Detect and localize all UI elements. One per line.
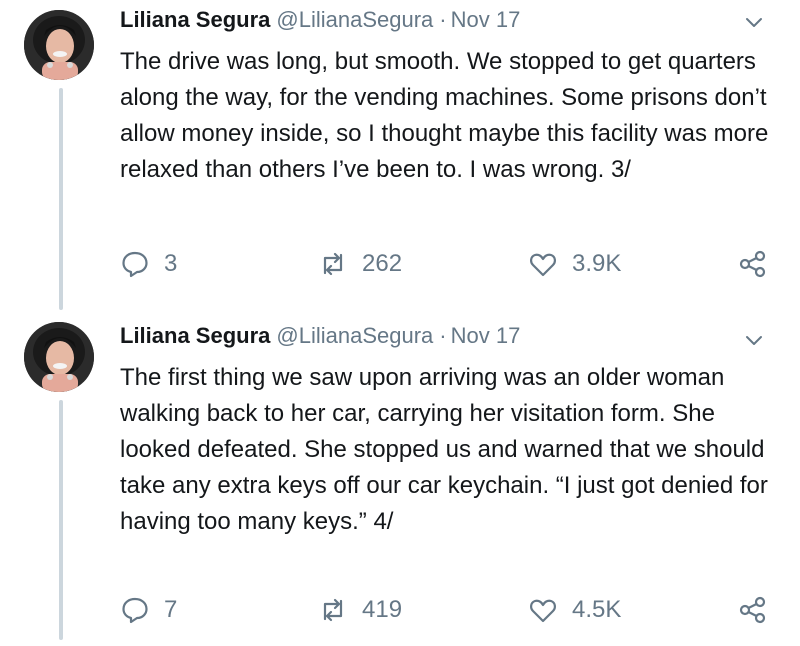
separator-dot: · [439, 7, 447, 32]
user-handle[interactable]: @LilianaSegura [276, 323, 433, 348]
heart-icon [530, 253, 556, 277]
reply-button[interactable]: 3 [120, 248, 177, 280]
reply-icon [122, 251, 148, 278]
share-icon[interactable] [738, 249, 768, 279]
chevron-down-icon[interactable] [742, 10, 766, 34]
like-button[interactable]: 3.9K [528, 248, 621, 280]
reply-button[interactable]: 7 [120, 594, 177, 626]
heart-icon [530, 599, 556, 623]
tweet[interactable]: Liliana Segura @LilianaSegura · Nov 17 The … [0, 312, 800, 646]
tweet-date[interactable]: Nov 17 [451, 7, 521, 32]
tweet[interactable]: Liliana Segura @LilianaSegura · Nov 17 The … [0, 0, 800, 310]
tweet-text: The first thing we saw upon arriving was… [120, 364, 768, 535]
chevron-down-icon[interactable] [742, 328, 766, 352]
tweet-header: Liliana Segura @LilianaSegura · Nov 17 [120, 6, 520, 34]
retweet-button[interactable]: 262 [318, 248, 402, 280]
tweet-text: The drive was long, but smooth. We stopp… [120, 48, 769, 183]
avatar[interactable] [24, 322, 94, 392]
display-name[interactable]: Liliana Segura [120, 323, 270, 348]
retweet-icon [323, 252, 343, 276]
avatar[interactable] [24, 10, 94, 80]
avatar-image [24, 322, 94, 392]
reply-count: 3 [164, 250, 178, 277]
retweet-icon [323, 598, 343, 622]
like-count: 3.9K [572, 250, 622, 277]
separator-dot: · [439, 323, 447, 348]
reply-icon [122, 597, 148, 624]
share-icon[interactable] [738, 595, 768, 625]
avatar-image [24, 10, 94, 80]
reply-count: 7 [164, 596, 178, 623]
retweet-count: 262 [362, 250, 403, 277]
tweet-header: Liliana Segura @LilianaSegura · Nov 17 [120, 322, 520, 350]
like-count: 4.5K [572, 596, 622, 623]
display-name[interactable]: Liliana Segura [120, 7, 270, 32]
retweet-button[interactable]: 419 [318, 594, 402, 626]
tweet-date[interactable]: Nov 17 [451, 323, 521, 348]
retweet-count: 419 [362, 596, 403, 623]
like-button[interactable]: 4.5K [528, 594, 621, 626]
user-handle[interactable]: @LilianaSegura [276, 7, 433, 32]
